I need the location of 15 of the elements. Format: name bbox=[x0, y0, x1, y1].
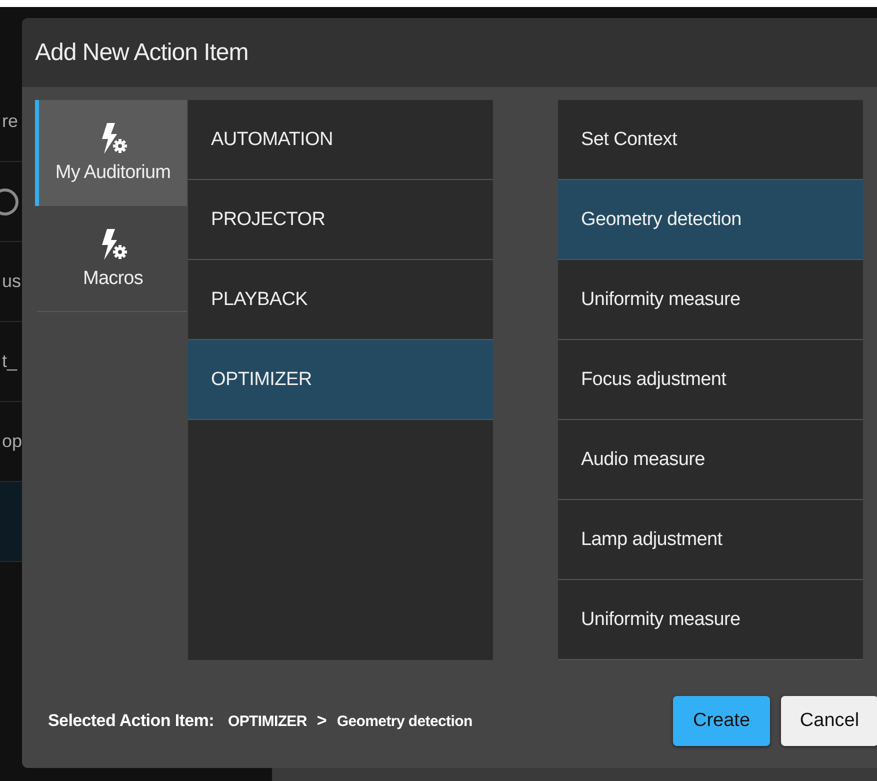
selected-action: Geometry detection bbox=[336, 712, 472, 730]
background-text: us bbox=[2, 271, 22, 292]
create-button[interactable]: Create bbox=[673, 696, 770, 746]
background-text: re bbox=[2, 111, 18, 132]
background-text: t_ bbox=[2, 351, 18, 372]
selected-category: OPTIMIZER bbox=[228, 712, 307, 730]
dialog-title: Add New Action Item bbox=[35, 38, 248, 66]
background-text: op bbox=[2, 431, 22, 452]
cancel-button[interactable]: Cancel bbox=[781, 696, 877, 746]
source-tab[interactable]: Macros bbox=[35, 206, 187, 312]
category-item[interactable]: OPTIMIZER bbox=[188, 340, 493, 420]
source-tab[interactable]: My Auditorium bbox=[35, 100, 187, 206]
chevron-separator: > bbox=[316, 711, 327, 731]
selected-label: Selected Action Item: bbox=[48, 711, 214, 731]
action-item[interactable]: Geometry detection bbox=[558, 180, 863, 260]
